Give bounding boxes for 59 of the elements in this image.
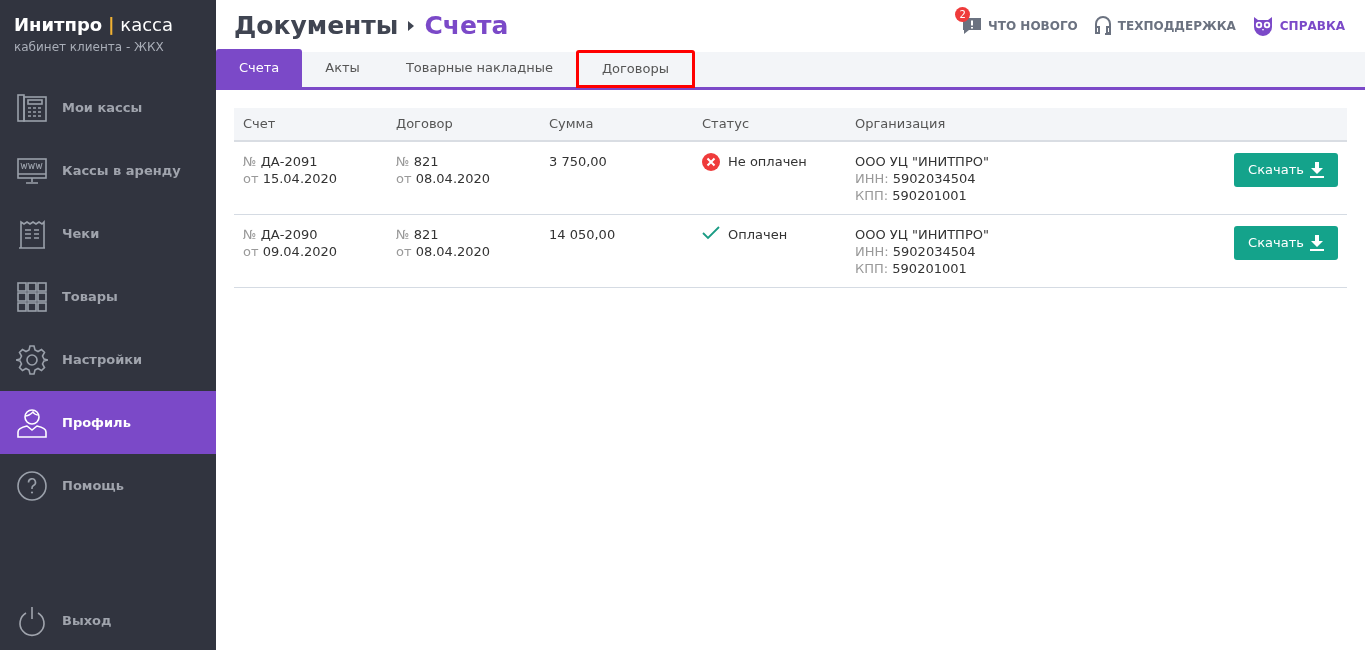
sidebar-item[interactable]: Настройки <box>0 328 216 391</box>
organization-detail: ИНН: 5902034504 <box>855 170 977 187</box>
help-icon <box>16 469 48 502</box>
download-button[interactable]: Скачать <box>1234 153 1338 187</box>
sidebar-item[interactable]: Мои кассы <box>0 76 216 139</box>
organization-detail: КПП: 590201001 <box>855 260 968 277</box>
tab[interactable]: Договоры <box>575 50 695 88</box>
status-label: Не оплачен <box>728 153 807 170</box>
contract-cell-text: от 08.04.2020 <box>396 243 492 260</box>
owl-icon <box>1251 16 1274 36</box>
contract-cell-text: № 821 <box>396 153 440 170</box>
chevron-icon <box>408 21 415 31</box>
column-header: Сумма <box>549 115 595 134</box>
receipt-icon <box>16 217 48 250</box>
grid-icon <box>16 280 48 313</box>
sidebar-item[interactable]: Чеки <box>0 202 216 265</box>
invoice-cell-text: от 15.04.2020 <box>243 170 339 187</box>
column-header: Организация <box>855 115 947 134</box>
organization-detail: КПП: 590201001 <box>855 187 968 204</box>
notification-badge: 2 <box>955 7 971 22</box>
page-title: Счета <box>424 10 509 43</box>
tab[interactable]: Акты <box>302 49 383 87</box>
sidebar-item[interactable]: Профиль <box>0 391 216 454</box>
power-icon <box>16 605 48 637</box>
sidebar-item[interactable]: Помощь <box>0 454 216 517</box>
invoice-cell-text: № ДА-2091 <box>243 153 319 170</box>
header-link[interactable]: СПРАВКА <box>1251 16 1345 36</box>
amount-cell-text: 14 050,00 <box>549 226 617 243</box>
contract-cell-text: № 821 <box>396 226 440 243</box>
logout-item[interactable]: Выход <box>0 596 216 646</box>
download-icon <box>1309 235 1324 251</box>
column-header: Статус <box>702 115 751 134</box>
organization-name: ООО УЦ "ИНИТПРО" <box>855 153 990 170</box>
settings-icon <box>16 343 48 376</box>
sidebar-item[interactable]: Кассы в аренду <box>0 139 216 202</box>
message-alert-icon <box>962 17 983 35</box>
breadcrumb-parent[interactable]: Документы <box>234 7 399 45</box>
invoice-cell-text: от 09.04.2020 <box>243 243 339 260</box>
cash-register-icon <box>16 91 48 124</box>
brand-subtitle: кабинет клиента - ЖКХ <box>14 39 165 56</box>
tab[interactable]: Товарные накладные <box>382 49 576 87</box>
user-icon <box>16 406 48 439</box>
organization-name: ООО УЦ "ИНИТПРО" <box>855 226 990 243</box>
error-icon <box>702 153 720 171</box>
tab[interactable]: Счета <box>216 49 303 87</box>
sidebar-item[interactable]: Товары <box>0 265 216 328</box>
status-label: Оплачен <box>728 226 788 243</box>
download-button[interactable]: Скачать <box>1234 226 1338 260</box>
column-header: Счет <box>243 115 277 134</box>
download-icon <box>1309 162 1324 178</box>
organization-detail: ИНН: 5902034504 <box>855 243 977 260</box>
column-header: Договор <box>396 115 454 134</box>
header-link[interactable]: ТЕХПОДДЕРЖКА <box>1093 16 1236 36</box>
headset-icon <box>1093 16 1112 36</box>
contract-cell-text: от 08.04.2020 <box>396 170 492 187</box>
invoice-cell-text: № ДА-2090 <box>243 226 319 243</box>
brand-logo: Инитпро | касса <box>14 13 174 37</box>
amount-cell-text: 3 750,00 <box>549 153 608 170</box>
check-icon <box>702 226 720 240</box>
